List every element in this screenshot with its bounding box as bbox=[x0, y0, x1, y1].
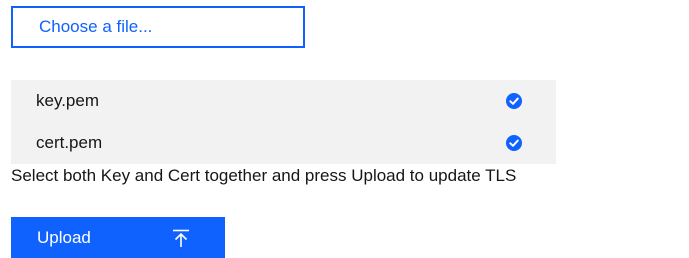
file-list-item: key.pem bbox=[11, 80, 556, 122]
upload-button[interactable]: Upload bbox=[11, 217, 225, 258]
selected-files-list: key.pem cert.pem bbox=[11, 80, 556, 164]
choose-file-button[interactable]: Choose a file... bbox=[11, 6, 305, 48]
upload-icon bbox=[173, 229, 189, 247]
file-name: key.pem bbox=[36, 91, 99, 110]
checkmark-filled-icon bbox=[506, 93, 522, 109]
file-list-item: cert.pem bbox=[11, 122, 556, 164]
checkmark-filled-icon bbox=[506, 135, 522, 151]
choose-file-label: Choose a file... bbox=[39, 17, 153, 36]
upload-button-label: Upload bbox=[37, 227, 91, 247]
file-name: cert.pem bbox=[36, 133, 103, 152]
upload-helper-text: Select both Key and Cert together and pr… bbox=[11, 166, 517, 185]
